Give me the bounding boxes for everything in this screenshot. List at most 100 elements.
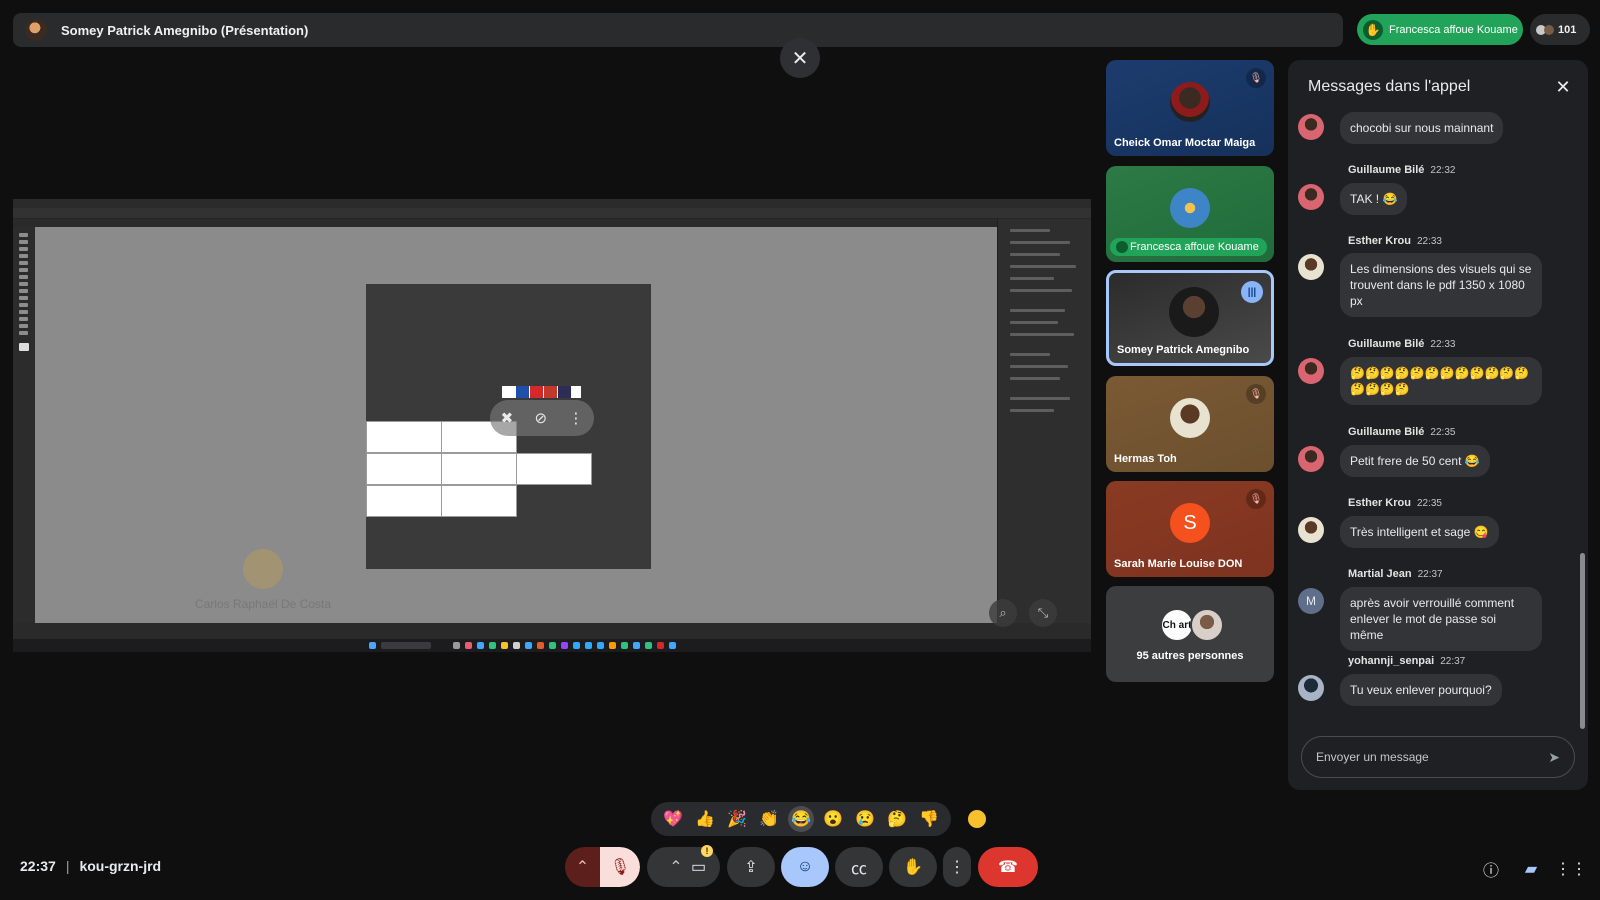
reaction-thumbs-down[interactable]: 👎 — [916, 806, 942, 832]
meeting-details-button[interactable]: ⓘ — [1480, 858, 1502, 880]
captions-icon: ㏄ — [850, 861, 867, 878]
camera-control[interactable]: ⌃ ▭ ! — [647, 845, 720, 887]
reaction-laugh[interactable]: 😂 — [788, 806, 814, 832]
chat-icon: ▰ — [1524, 861, 1538, 878]
chat-message-meta: yohannji_senpai 22:37 — [1348, 655, 1465, 667]
app-options-bar — [13, 208, 1091, 219]
send-icon[interactable]: ➤ — [1548, 749, 1560, 766]
meeting-info: 22:37 | kou-grzn-jrd — [20, 858, 161, 874]
chat-message: Très intelligent et sage 😋 — [1340, 516, 1499, 548]
participant-tile-active[interactable]: ||| Somey Patrick Amegnibo — [1106, 270, 1274, 366]
chat-input-box[interactable]: ➤ — [1301, 736, 1575, 778]
presentation-bar: Somey Patrick Amegnibo (Présentation) — [13, 13, 1343, 47]
shared-screen: Carlos Raphaël De Costa ✖ ⊘ ⋮ ⌕ ⤡ — [13, 199, 1091, 652]
skin-tone-picker[interactable] — [968, 810, 986, 828]
activities-button[interactable]: ⋮⋮ — [1555, 858, 1587, 880]
raised-hand-icon: ✋ — [1363, 19, 1383, 40]
chat-time: 22:35 — [1416, 498, 1442, 509]
reaction-clap[interactable]: 👏 — [756, 806, 782, 832]
chat-scrollbar[interactable] — [1580, 553, 1585, 729]
unpin-icon[interactable]: ✖ — [501, 409, 514, 427]
chat-close-button[interactable]: ✕ — [1550, 74, 1576, 100]
presenter-avatar — [25, 19, 47, 41]
chat-title: Messages dans l'appel — [1308, 78, 1471, 95]
participant-name: Cheick Omar Moctar Maiga — [1114, 137, 1256, 149]
others-avatar: Ch art — [1160, 608, 1194, 642]
reaction-sad[interactable]: 😢 — [852, 806, 878, 832]
chat-message-meta: Esther Krou 22:33 — [1348, 235, 1442, 247]
chat-avatar — [1298, 184, 1324, 210]
chat-message: Les dimensions des visuels qui se trouve… — [1340, 253, 1542, 317]
audio-options-chevron-icon[interactable]: ⌃ — [565, 847, 600, 887]
app-statusbar — [13, 623, 1091, 639]
chat-time: 22:33 — [1430, 339, 1456, 350]
chat-message-meta: Guillaume Bilé 22:33 — [1348, 338, 1455, 350]
chat-button[interactable]: ▰ — [1520, 858, 1542, 880]
captions-button[interactable]: ㏄ — [835, 847, 883, 887]
mic-off-icon: 🎙 — [1246, 68, 1266, 88]
minimize-icon[interactable]: ⤡ — [1029, 599, 1057, 627]
participant-name: Somey Patrick Amegnibo — [1117, 344, 1250, 356]
chat-author: Esther Krou — [1348, 497, 1411, 509]
camera-icon[interactable]: ▭ — [691, 857, 706, 877]
ghost-participant-overlay: Carlos Raphaël De Costa — [188, 549, 338, 619]
mic-off-icon[interactable]: 🎙 — [600, 847, 640, 887]
raised-hand-pill: Francesca affoue Kouame — [1110, 238, 1267, 256]
reactions-button[interactable]: ☺ — [781, 847, 829, 887]
chat-author: Guillaume Bilé — [1348, 338, 1425, 350]
chat-time: 22:37 — [1440, 656, 1466, 667]
raised-hand-badge[interactable]: ✋ Francesca affoue Kouame — [1357, 14, 1523, 45]
grid-cell — [441, 485, 517, 517]
close-presentation-button[interactable]: ✕ — [780, 38, 820, 78]
reaction-thumbs-up[interactable]: 👍 — [692, 806, 718, 832]
reaction-party[interactable]: 🎉 — [724, 806, 750, 832]
chat-author: Esther Krou — [1348, 235, 1411, 247]
app-toolbar — [13, 227, 35, 623]
chat-avatar — [1298, 446, 1324, 472]
chat-avatar — [1298, 675, 1324, 701]
separator: | — [65, 858, 70, 874]
participant-name: Hermas Toh — [1114, 453, 1177, 465]
chat-message: Petit frere de 50 cent 😂 — [1340, 445, 1490, 477]
apps-grid-icon: ⋮⋮ — [1555, 861, 1587, 878]
others-count: 95 autres personnes — [1136, 650, 1244, 662]
phone-hangup-icon: ☎ — [998, 859, 1018, 876]
others-tile[interactable]: Ch art 95 autres personnes — [1106, 586, 1274, 682]
chat-author: Guillaume Bilé — [1348, 164, 1425, 176]
more-options-button[interactable]: ⋮ — [943, 847, 971, 887]
reaction-thinking[interactable]: 🤔 — [884, 806, 910, 832]
present-screen-button[interactable]: ⇪ — [727, 847, 775, 887]
chat-message-meta: Esther Krou 22:35 — [1348, 497, 1442, 509]
microphone-control[interactable]: ⌃ 🎙 — [565, 847, 640, 887]
present-icon: ⇪ — [744, 859, 758, 876]
chat-message-input[interactable] — [1316, 750, 1536, 764]
participant-tile[interactable]: Francesca affoue Kouame — [1106, 166, 1274, 262]
participant-tile[interactable]: 🎙 Hermas Toh — [1106, 376, 1274, 472]
chat-panel: Messages dans l'appel ✕ chocobi sur nous… — [1288, 60, 1588, 790]
raise-hand-button[interactable]: ✋ — [889, 847, 937, 887]
grid-cell — [366, 453, 442, 485]
chat-time: 22:35 — [1430, 427, 1456, 438]
chat-avatar — [1298, 517, 1324, 543]
ghost-participant-name: Carlos Raphaël De Costa — [194, 597, 332, 611]
hide-video-icon[interactable]: ⊘ — [535, 409, 548, 427]
leave-call-button[interactable]: ☎ — [978, 847, 1038, 887]
app-menubar — [13, 199, 1091, 208]
meeting-time: 22:37 — [20, 858, 56, 874]
app-properties-panel — [997, 219, 1091, 623]
participants-button[interactable]: 101 — [1530, 14, 1590, 45]
close-icon: ✕ — [791, 47, 809, 70]
participant-tile[interactable]: 🎙 Cheick Omar Moctar Maiga — [1106, 60, 1274, 156]
ghost-avatar — [243, 549, 283, 589]
reactions-bar: 💖 👍 🎉 👏 😂 😮 😢 🤔 👎 — [651, 802, 951, 836]
tile-hover-controls[interactable]: ✖ ⊘ ⋮ — [490, 400, 594, 436]
reaction-heart[interactable]: 💖 — [660, 806, 686, 832]
participant-tile[interactable]: S 🎙 Sarah Marie Louise DON — [1106, 481, 1274, 577]
video-options-chevron-icon[interactable]: ⌃ — [661, 857, 691, 877]
reaction-surprised[interactable]: 😮 — [820, 806, 846, 832]
speaking-indicator-icon: ||| — [1241, 281, 1263, 303]
emoji-icon: ☺ — [796, 858, 814, 875]
more-options-icon[interactable]: ⋮ — [568, 409, 583, 427]
meeting-code: kou-grzn-jrd — [79, 858, 162, 874]
zoom-icon[interactable]: ⌕ — [989, 599, 1017, 627]
